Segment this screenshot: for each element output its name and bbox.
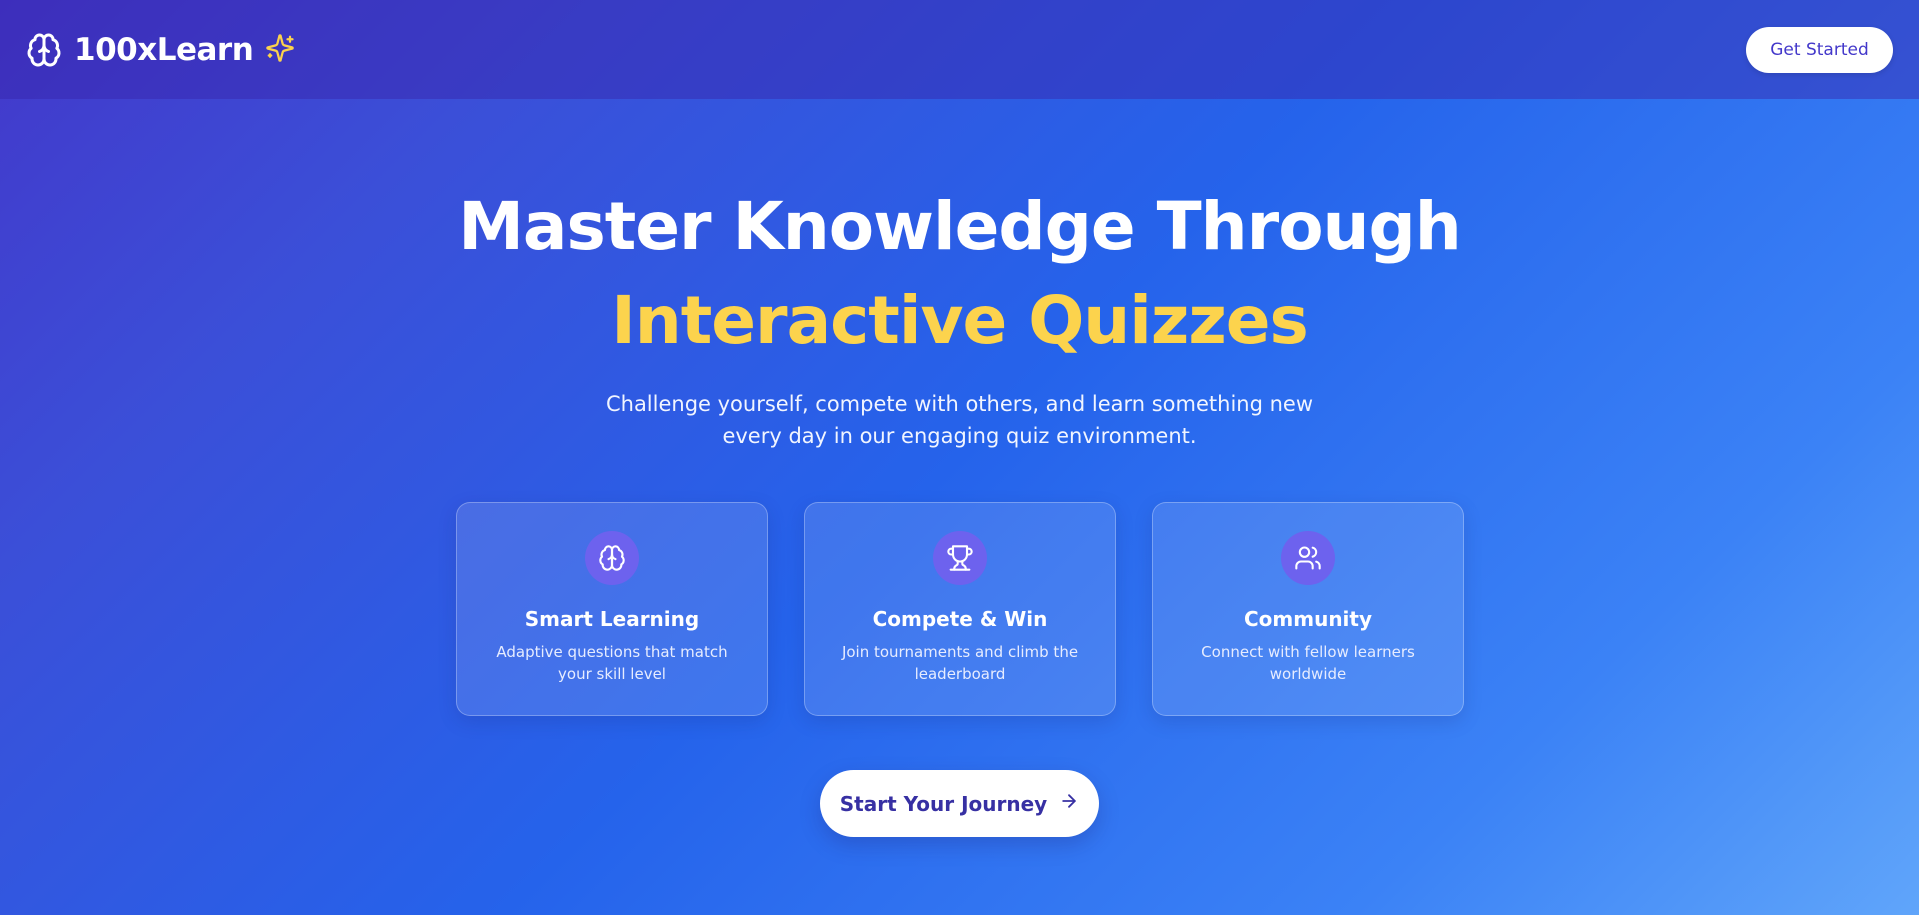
feature-title: Compete & Win	[872, 607, 1048, 631]
hero-section: Master Knowledge Through Interactive Qui…	[0, 180, 1919, 452]
arrow-right-icon	[1059, 791, 1079, 816]
hero-title-highlight: Interactive Quizzes	[611, 282, 1309, 359]
feature-card-smart-learning: Smart Learning Adaptive questions that m…	[456, 502, 768, 716]
brain-icon	[585, 531, 639, 585]
cta-label: Start Your Journey	[839, 791, 1048, 816]
hero-subtitle: Challenge yourself, compete with others,…	[605, 392, 1314, 448]
feature-card-community: Community Connect with fellow learners w…	[1152, 502, 1464, 716]
sparkles-icon	[265, 33, 295, 67]
feature-description: Adaptive questions that match your skill…	[496, 643, 728, 683]
feature-title: Community	[1243, 607, 1373, 631]
feature-title: Smart Learning	[524, 607, 700, 631]
feature-description: Connect with fellow learners worldwide	[1201, 643, 1415, 683]
feature-card-compete-win: Compete & Win Join tournaments and climb…	[804, 502, 1116, 716]
brain-icon	[26, 32, 62, 68]
feature-cards: Smart Learning Adaptive questions that m…	[456, 502, 1464, 716]
brand-name: 100xLearn	[74, 31, 254, 68]
trophy-icon	[933, 531, 987, 585]
brand[interactable]: 100xLearn	[26, 32, 295, 68]
hero-title-line1: Master Knowledge Through	[458, 188, 1462, 265]
hero-title: Master Knowledge Through Interactive Qui…	[0, 180, 1919, 368]
start-journey-button[interactable]: Start Your Journey	[820, 770, 1099, 837]
get-started-button[interactable]: Get Started	[1746, 26, 1893, 73]
feature-description: Join tournaments and climb the leaderboa…	[841, 643, 1079, 683]
users-icon	[1281, 531, 1335, 585]
navbar: 100xLearn Get Started	[0, 0, 1919, 99]
